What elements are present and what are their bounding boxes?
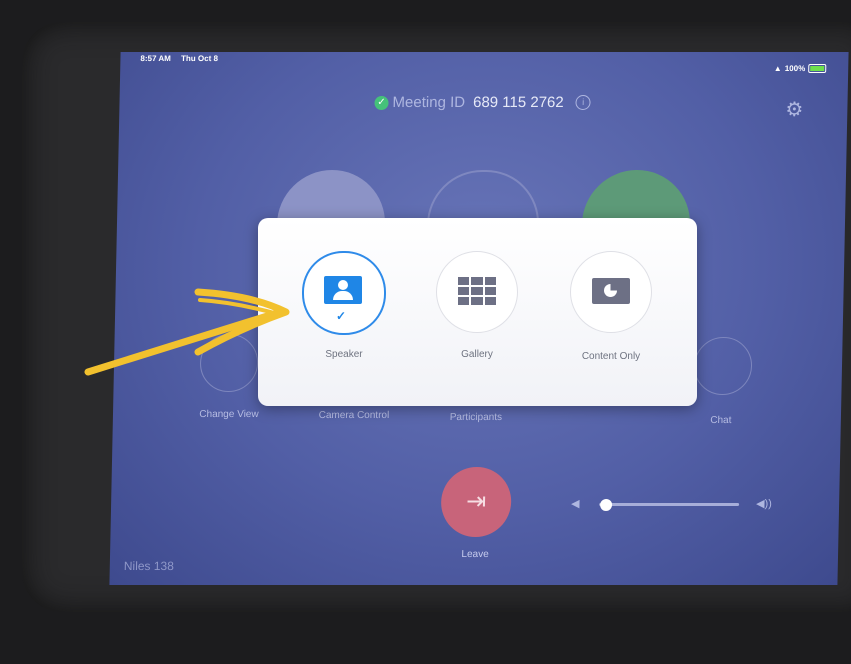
status-date: Thu Oct 8 (180, 54, 219, 63)
battery-percent: 100% (784, 64, 806, 73)
view-option-gallery[interactable]: Gallery (422, 251, 532, 360)
battery-icon (808, 64, 827, 73)
meeting-id-label: Meeting ID (392, 94, 466, 111)
speaker-label: Speaker (325, 349, 363, 360)
change-view-label: Change View (199, 409, 259, 420)
speaker-view-icon (324, 276, 362, 304)
view-selection-dialog: ✓ Speaker Gallery Content Only (258, 218, 697, 406)
view-option-speaker[interactable]: ✓ Speaker (289, 251, 399, 360)
leave-label: Leave (461, 549, 489, 560)
encryption-check-icon: ✓ (374, 95, 389, 110)
leave-icon: ⇥ (465, 488, 487, 515)
camera-control-label: Camera Control (318, 410, 390, 421)
volume-track[interactable] (599, 499, 740, 511)
leave-button[interactable]: ⇥ (440, 467, 512, 537)
gear-icon[interactable]: ⚙ (785, 97, 803, 122)
status-bar-left: 8:57 AM Thu Oct 8 (140, 54, 226, 63)
volume-slider[interactable]: ◀ ◀)) (571, 497, 781, 511)
chat-label: Chat (710, 415, 732, 426)
wifi-icon: ▲ (773, 64, 782, 73)
speaker-option-circle[interactable]: ✓ (302, 251, 386, 335)
volume-low-icon: ◀ (570, 498, 580, 510)
chat-button[interactable] (693, 337, 753, 395)
volume-thumb[interactable] (599, 499, 613, 511)
view-option-content-only[interactable]: Content Only (556, 251, 666, 362)
check-icon: ✓ (336, 309, 347, 323)
meeting-header: ✓ Meeting ID 689 115 2762 i (374, 94, 591, 111)
participants-label: Participants (449, 412, 503, 423)
status-time: 8:57 AM (140, 54, 171, 63)
content-only-label: Content Only (581, 351, 641, 362)
meeting-id-value: 689 115 2762 (472, 94, 564, 111)
content-only-option-circle[interactable] (570, 251, 652, 333)
room-name: Niles 138 (123, 559, 174, 573)
gallery-option-circle[interactable] (436, 251, 518, 333)
status-bar-right: ▲ 100% (774, 64, 827, 73)
content-only-icon (592, 278, 630, 304)
info-icon[interactable]: i (575, 95, 591, 110)
volume-high-icon: ◀)) (755, 498, 773, 510)
gallery-label: Gallery (461, 349, 493, 360)
gallery-grid-icon (458, 277, 496, 305)
annotation-arrow-icon (84, 288, 290, 376)
